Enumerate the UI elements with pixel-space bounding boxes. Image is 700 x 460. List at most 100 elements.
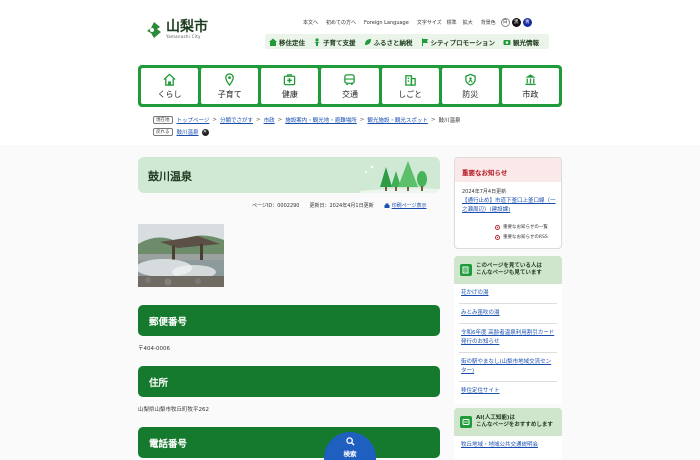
section-heading-postal: 郵便番号 [138, 305, 440, 336]
breadcrumb-link[interactable]: トップページ [177, 116, 210, 124]
section-heading-phone: 電話番号 [138, 427, 440, 458]
foreign-language-link[interactable]: Foreign Language [364, 20, 409, 26]
building-icon [404, 74, 416, 86]
house-icon [269, 38, 277, 46]
color-label: 背景色 [480, 20, 496, 26]
history-breadcrumb: 戻れる 鼓川温泉 ✕ [153, 128, 209, 136]
bus-icon [344, 73, 356, 85]
city-hall-icon [525, 73, 536, 85]
notice-rss-link[interactable]: 重要なお知らせのRSS [495, 234, 548, 240]
font-size-label: 文字サイズ [416, 20, 442, 26]
search-icon [345, 437, 355, 446]
top-navigation: 移住定住 子育て支援 ふるさと納税 シティプロモーション 観光情報 [265, 34, 549, 49]
mainnav-health[interactable]: 健康 [261, 68, 319, 104]
also-viewed-heading-2: こんなページも見ています [476, 270, 542, 276]
mainnav-label: 市政 [522, 89, 539, 99]
color-white-button[interactable]: 白 [500, 18, 510, 27]
important-notice-box: 重要なお知らせ 2024年7月4日更新 【通行止め】市道下釜口上釜口線（一之瀬周… [454, 157, 562, 249]
shield-icon [464, 73, 476, 86]
mainnav-label: しごと [398, 89, 423, 99]
print-link[interactable]: 印刷ページ表示 [392, 202, 427, 209]
also-viewed-link[interactable]: 街の駅やまなし(山梨市地域交流センター) [459, 353, 557, 382]
first-time-link[interactable]: 初めての方へ [326, 19, 356, 26]
topnav-label: 子育て支援 [323, 38, 356, 47]
breadcrumb-current: 鼓川温泉 [438, 118, 461, 124]
print-icon [384, 203, 390, 208]
mainnav-city-government[interactable]: 市政 [501, 68, 559, 104]
mainnav-label: くらし [157, 89, 182, 99]
topnav-label: 移住定住 [279, 38, 305, 47]
page-meta: ページID：0002290 更新日：2024年4月1日更新 印刷ページ表示 [252, 202, 427, 209]
also-viewed-link[interactable]: みとみ笛吹の湯 [459, 304, 557, 324]
color-black-button[interactable]: 黒 [511, 18, 521, 27]
notice-rss-label: 重要なお知らせのRSS [503, 235, 548, 240]
also-viewed-header: このページを見ている人は こんなページも見ています [454, 256, 562, 284]
also-viewed-heading-1: このページを見ている人は [476, 263, 542, 269]
arrow-circle-icon [495, 224, 500, 230]
history-link[interactable]: 鼓川温泉 [177, 128, 199, 136]
ai-heading-1: AI(人工知能)は [476, 415, 515, 421]
city-emblem-icon [147, 21, 161, 38]
also-viewed-link[interactable]: 花かげの湯 [459, 284, 557, 304]
mainnav-label: 交通 [341, 89, 358, 99]
ai-icon [460, 416, 472, 428]
first-aid-icon [284, 73, 296, 85]
pages-icon [460, 264, 472, 276]
topnav-label: シティプロモーション [430, 38, 495, 47]
updated-date: 更新日：2024年4月1日更新 [309, 203, 374, 209]
postal-code-text: 〒404-0006 [138, 346, 170, 352]
topnav-label: ふるさと納税 [373, 38, 413, 47]
ai-heading-2: こんなページをおすすめします [476, 422, 553, 428]
camera-icon [503, 39, 511, 45]
ai-recommend-header: AI(人工知能)は こんなページをおすすめします [454, 408, 562, 436]
mainnav-childcare[interactable]: 子育て [201, 68, 259, 104]
mainnav-work[interactable]: しごと [381, 68, 439, 104]
mainnav-disaster[interactable]: 防災 [441, 68, 499, 104]
breadcrumb-tag: 現在地 [153, 116, 173, 124]
topnav-tourism[interactable]: 観光情報 [499, 37, 543, 47]
site-logo[interactable]: 山梨市 Yamanashi City [146, 20, 208, 39]
main-category-nav: くらし 子育て 健康 交通 しごと 防災 市政 [138, 65, 562, 107]
breadcrumb-link[interactable]: 施設案内・観光地・避難場所 [285, 116, 357, 124]
breadcrumb-link[interactable]: 観光施設・観光スポット [367, 116, 428, 124]
tree-illustration-icon [360, 161, 440, 193]
topnav-furusato-tax[interactable]: ふるさと納税 [360, 37, 417, 47]
breadcrumb-link[interactable]: 市政 [264, 116, 275, 124]
close-icon[interactable]: ✕ [201, 128, 209, 136]
notice-list-link[interactable]: 重要なお知らせの一覧 [495, 224, 548, 230]
font-large-button[interactable]: 拡大 [463, 19, 473, 26]
child-icon [314, 37, 320, 46]
ai-recommend-link[interactable]: 牧丘地域・地域公共交通説明会 [459, 436, 557, 455]
font-standard-button[interactable]: 標準 [447, 19, 457, 26]
history-tag: 戻れる [153, 128, 173, 136]
also-viewed-link[interactable]: 移住定住サイト [459, 382, 557, 401]
mainnav-label: 子育て [217, 89, 242, 99]
topnav-childcare[interactable]: 子育て支援 [309, 37, 360, 47]
notice-date: 2024年7月4日更新 [462, 189, 507, 195]
page-title: 鼓川温泉 [148, 170, 192, 183]
mainnav-transport[interactable]: 交通 [321, 68, 379, 104]
page-title-banner: 鼓川温泉 [138, 157, 440, 193]
topnav-city-promotion[interactable]: シティプロモーション [417, 37, 499, 47]
logo-title: 山梨市 [166, 19, 208, 35]
utility-links: 本文へ 初めての方へ Foreign Language 文字サイズ 標準 拡大 … [303, 18, 534, 27]
notice-list-label: 重要なお知らせの一覧 [503, 225, 548, 230]
topnav-migration[interactable]: 移住定住 [265, 37, 309, 47]
address-text: 山梨県山梨市牧丘町牧平262 [138, 407, 209, 413]
breadcrumb-link[interactable]: 分類でさがす [220, 116, 253, 124]
section-heading-address: 住所 [138, 366, 440, 397]
also-viewed-link[interactable]: 令和6年度 高齢者温泉利用割引カード発行のお知らせ [459, 324, 557, 353]
house-icon [163, 73, 176, 86]
breadcrumb: 現在地 トップページ > 分類でさがす > 市政 > 施設案内・観光地・避難場所 > 観… [153, 116, 461, 124]
arrow-circle-icon [495, 234, 500, 240]
notice-link[interactable]: 【通行止め】市道下釜口上釜口線（一之瀬周辺）(建設課) [462, 197, 560, 215]
ai-recommend-box: AI(人工知能)は こんなページをおすすめします 牧丘地域・地域公共交通説明会 [454, 408, 562, 460]
color-blue-button[interactable]: 青 [522, 18, 532, 27]
also-viewed-box: このページを見ている人は こんなページも見ています 花かげの湯 みとみ笛吹の湯 … [454, 256, 562, 404]
mainnav-living[interactable]: くらし [141, 68, 199, 104]
map-pin-icon [225, 72, 235, 86]
skip-to-content-link[interactable]: 本文へ [303, 19, 318, 26]
flag-icon [421, 38, 428, 46]
leaf-icon [364, 38, 371, 45]
topnav-label: 観光情報 [512, 38, 539, 47]
